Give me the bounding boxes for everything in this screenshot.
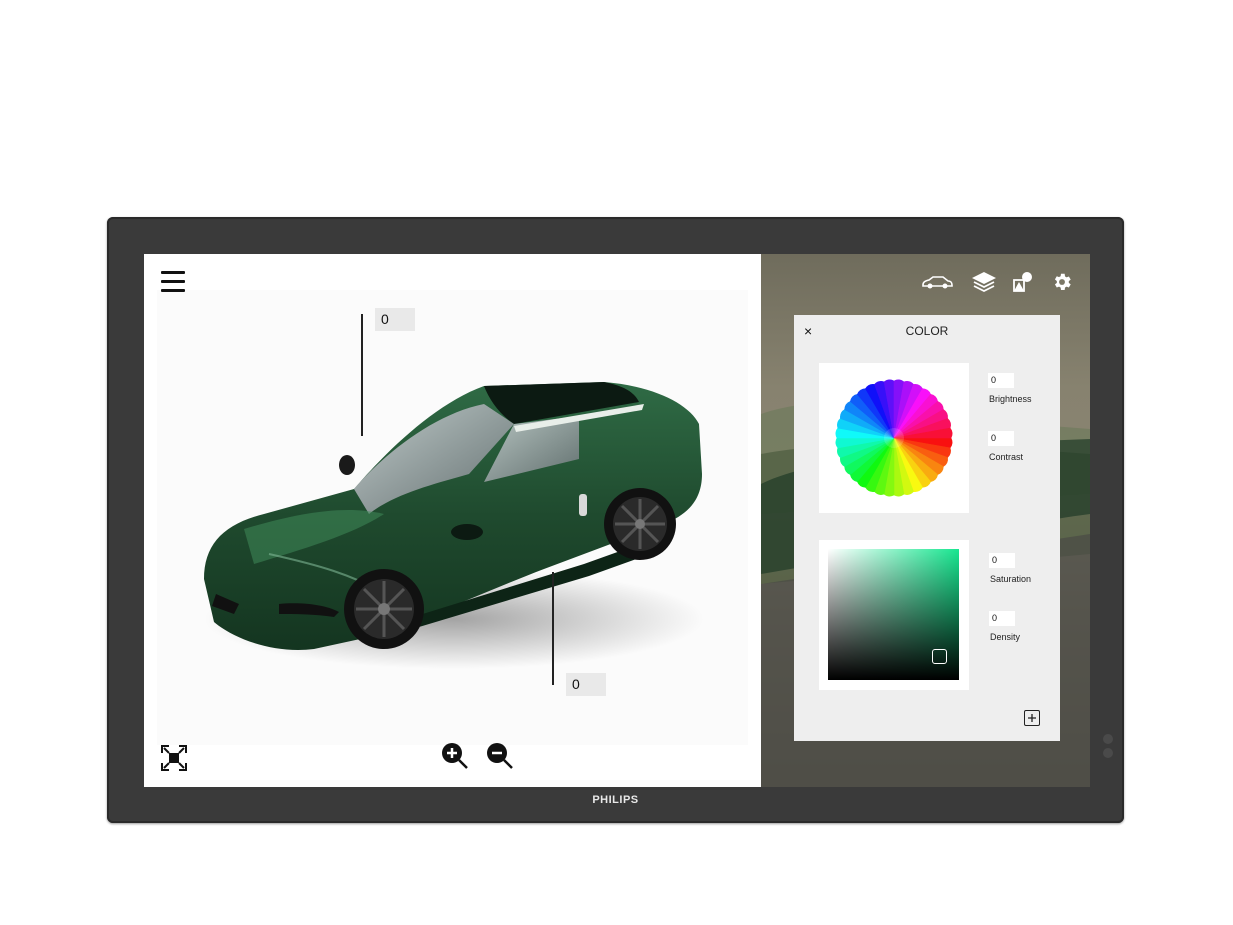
layers-icon[interactable] — [968, 268, 1000, 296]
sensor — [1103, 734, 1113, 744]
rear-wheel — [604, 488, 676, 560]
screen: 0 0 × COLOR 0 Brightness 0 Contrast 0 Sa… — [144, 254, 1090, 787]
color-wheel-card — [819, 363, 969, 513]
density-label: Density — [990, 632, 1021, 642]
color-panel: × COLOR Brightness Contrast Saturation D… — [794, 315, 1060, 741]
car-model-image[interactable] — [184, 364, 724, 694]
color-wheel[interactable] — [819, 363, 969, 513]
density-input[interactable] — [989, 611, 1015, 626]
saturation-picker-card — [819, 540, 969, 690]
panel-title: COLOR — [905, 324, 949, 338]
callout-line-top — [361, 314, 363, 436]
saturation-label: Saturation — [990, 574, 1032, 584]
sensor — [1103, 748, 1113, 758]
callout-line-bottom — [552, 572, 554, 685]
contrast-label: Contrast — [989, 452, 1024, 462]
zoom-out-icon[interactable] — [486, 742, 514, 770]
car-viewer: 0 0 — [144, 254, 761, 787]
zoom-in-icon[interactable] — [441, 742, 469, 770]
saturation-density-picker[interactable] — [828, 549, 959, 680]
hamburger-icon[interactable] — [161, 271, 185, 293]
picker-handle[interactable] — [932, 649, 947, 664]
gear-icon[interactable] — [1046, 268, 1078, 296]
brand-logo: PHILIPS — [592, 794, 639, 806]
brightness-input[interactable] — [988, 373, 1014, 388]
shapes-icon[interactable] — [1007, 268, 1039, 296]
brightness-label: Brightness — [989, 394, 1032, 404]
display-monitor: 0 0 × COLOR 0 Brightness 0 Contrast 0 Sa… — [107, 217, 1124, 823]
fullscreen-icon[interactable] — [161, 745, 187, 771]
callout-value-top[interactable]: 0 — [375, 308, 415, 331]
add-color-button[interactable] — [1024, 710, 1040, 726]
car-icon[interactable] — [921, 268, 953, 296]
contrast-input[interactable] — [988, 431, 1014, 446]
saturation-input[interactable] — [989, 553, 1015, 568]
front-wheel — [344, 569, 424, 649]
callout-value-bottom[interactable]: 0 — [566, 673, 606, 696]
